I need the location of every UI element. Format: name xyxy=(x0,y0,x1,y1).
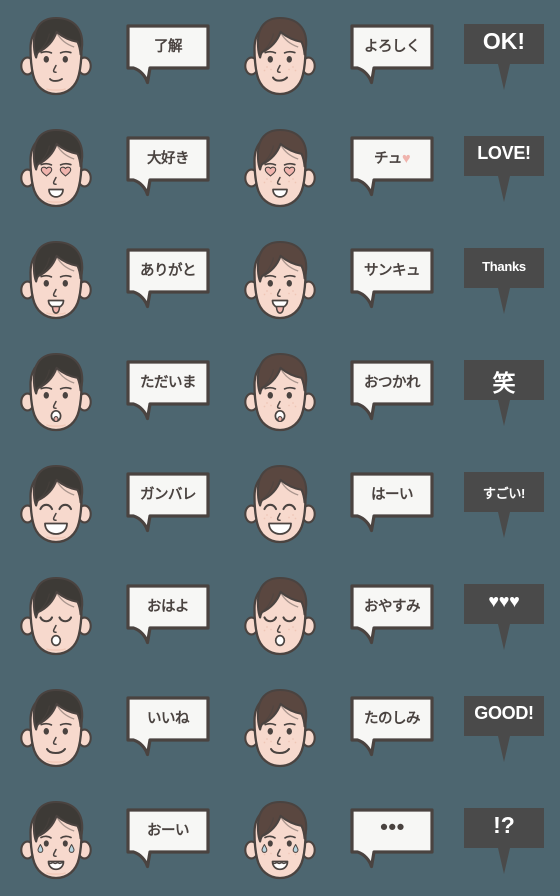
bubble-oyasumi[interactable]: おやすみ xyxy=(336,560,448,672)
bubble-warai[interactable]: 笑 xyxy=(448,336,560,448)
face-whistle-brown-hair[interactable] xyxy=(224,336,336,448)
bubble-arigato[interactable]: ありがと xyxy=(112,224,224,336)
face-heart-eyes-dark-hair-art xyxy=(10,122,102,214)
bubble-tadaima[interactable]: ただいま xyxy=(112,336,224,448)
bubble-thanks[interactable]: Thanks xyxy=(448,224,560,336)
face-sleepy-dark-hair[interactable] xyxy=(0,560,112,672)
face-whistle-dark-hair[interactable] xyxy=(0,336,112,448)
bubble-sankyu[interactable]: サンキュ xyxy=(336,224,448,336)
face-worried-dark-hair-art xyxy=(10,794,102,886)
bubble-three-hearts[interactable]: ♥♥♥ xyxy=(448,560,560,672)
bubble-love-shape xyxy=(458,122,550,214)
face-heart-eyes-brown-hair-art xyxy=(234,122,326,214)
bubble-oyasumi-shape xyxy=(346,570,438,662)
face-sleepy-brown-hair[interactable] xyxy=(224,560,336,672)
bubble-haai-shape xyxy=(346,458,438,550)
face-tongue-out-dark-hair[interactable] xyxy=(0,224,112,336)
face-big-grin-dark-hair[interactable] xyxy=(0,448,112,560)
face-whistle-dark-hair-art xyxy=(10,346,102,438)
bubble-three-hearts-shape xyxy=(458,570,550,662)
bubble-ellipsis[interactable]: ●●● xyxy=(336,784,448,896)
bubble-chu-heart-shape xyxy=(346,122,438,214)
face-smile-brown-hair[interactable] xyxy=(224,0,336,112)
bubble-otsukare-shape xyxy=(346,346,438,438)
face-neutral-smile-dark-hair-art xyxy=(10,10,102,102)
bubble-yoroshiku[interactable]: よろしく xyxy=(336,0,448,112)
bubble-tanoshimi-shape xyxy=(346,682,438,774)
bubble-ganbare[interactable]: ガンバレ xyxy=(112,448,224,560)
face-smile-brown-hair-art xyxy=(234,10,326,102)
bubble-interrobang[interactable]: !? xyxy=(448,784,560,896)
face-sleepy-dark-hair-art xyxy=(10,570,102,662)
face-content-dark-hair[interactable] xyxy=(0,672,112,784)
face-tongue-out-brown-hair[interactable] xyxy=(224,224,336,336)
bubble-daisuki-shape xyxy=(122,122,214,214)
bubble-ryoukai-shape xyxy=(122,10,214,102)
emoji-sticker-grid: 了解 よろしく OK! 大好き チュ♥ LOVE! ありがと サンキュ Than… xyxy=(0,0,560,896)
face-worried-dark-hair[interactable] xyxy=(0,784,112,896)
face-sleepy-brown-hair-art xyxy=(234,570,326,662)
bubble-interrobang-shape xyxy=(458,794,550,886)
bubble-haai[interactable]: はーい xyxy=(336,448,448,560)
bubble-tanoshimi[interactable]: たのしみ xyxy=(336,672,448,784)
face-neutral-smile-dark-hair[interactable] xyxy=(0,0,112,112)
bubble-ooi-shape xyxy=(122,794,214,886)
face-worried-brown-hair[interactable] xyxy=(224,784,336,896)
bubble-iine-shape xyxy=(122,682,214,774)
face-big-grin-dark-hair-art xyxy=(10,458,102,550)
bubble-ohayo-shape xyxy=(122,570,214,662)
bubble-yoroshiku-shape xyxy=(346,10,438,102)
bubble-warai-shape xyxy=(458,346,550,438)
bubble-good-shape xyxy=(458,682,550,774)
face-tongue-out-dark-hair-art xyxy=(10,234,102,326)
bubble-iine[interactable]: いいね xyxy=(112,672,224,784)
face-heart-eyes-brown-hair[interactable] xyxy=(224,112,336,224)
bubble-ellipsis-shape xyxy=(346,794,438,886)
face-big-grin-brown-hair-art xyxy=(234,458,326,550)
face-whistle-brown-hair-art xyxy=(234,346,326,438)
bubble-sugoi[interactable]: すごい! xyxy=(448,448,560,560)
face-tongue-out-brown-hair-art xyxy=(234,234,326,326)
bubble-tadaima-shape xyxy=(122,346,214,438)
bubble-sugoi-shape xyxy=(458,458,550,550)
bubble-chu-heart[interactable]: チュ♥ xyxy=(336,112,448,224)
face-content-dark-hair-art xyxy=(10,682,102,774)
bubble-love[interactable]: LOVE! xyxy=(448,112,560,224)
bubble-ooi[interactable]: おーい xyxy=(112,784,224,896)
bubble-ganbare-shape xyxy=(122,458,214,550)
face-big-grin-brown-hair[interactable] xyxy=(224,448,336,560)
bubble-ok[interactable]: OK! xyxy=(448,0,560,112)
bubble-otsukare[interactable]: おつかれ xyxy=(336,336,448,448)
face-content-brown-hair[interactable] xyxy=(224,672,336,784)
bubble-thanks-shape xyxy=(458,234,550,326)
bubble-good[interactable]: GOOD! xyxy=(448,672,560,784)
bubble-ok-shape xyxy=(458,10,550,102)
face-content-brown-hair-art xyxy=(234,682,326,774)
bubble-arigato-shape xyxy=(122,234,214,326)
face-worried-brown-hair-art xyxy=(234,794,326,886)
bubble-ryoukai[interactable]: 了解 xyxy=(112,0,224,112)
face-heart-eyes-dark-hair[interactable] xyxy=(0,112,112,224)
bubble-ohayo[interactable]: おはよ xyxy=(112,560,224,672)
bubble-daisuki[interactable]: 大好き xyxy=(112,112,224,224)
bubble-sankyu-shape xyxy=(346,234,438,326)
